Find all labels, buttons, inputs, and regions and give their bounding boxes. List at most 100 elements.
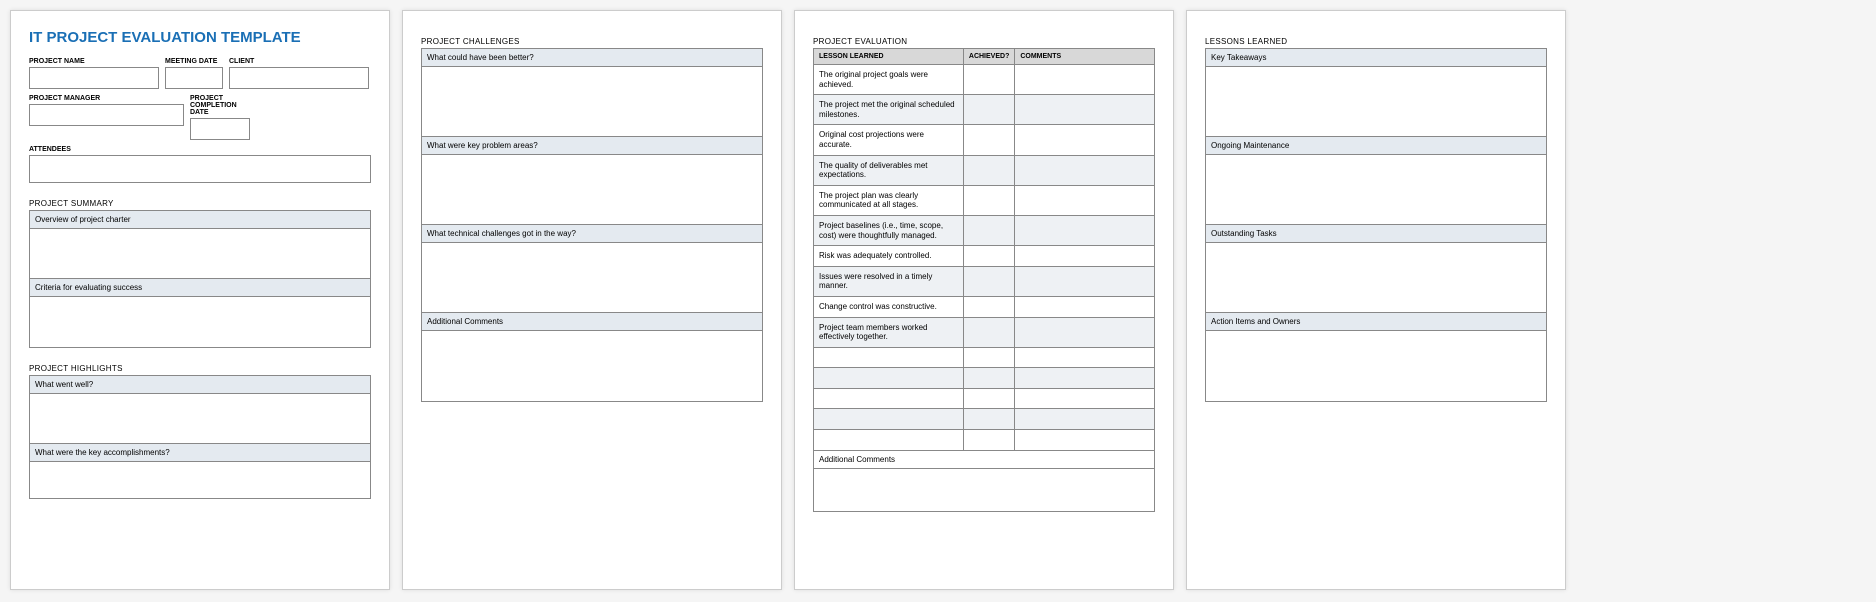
lessons-row-body-0[interactable] <box>1206 67 1546 137</box>
eval-lesson-cell: The original project goals were achieved… <box>814 65 964 95</box>
project-challenges-box: What could have been better? What were k… <box>421 48 763 402</box>
eval-lesson-cell: The project met the original scheduled m… <box>814 95 964 125</box>
lessons-row-label-2: Outstanding Tasks <box>1206 225 1546 243</box>
eval-lesson-cell <box>814 368 964 389</box>
input-attendees[interactable] <box>29 155 371 183</box>
section-title-lessons-learned: LESSONS LEARNED <box>1205 37 1547 46</box>
label-project-manager: PROJECT MANAGER <box>29 95 184 102</box>
table-row: The quality of deliverables met expectat… <box>814 155 1155 185</box>
field-project-manager: PROJECT MANAGER <box>29 95 184 140</box>
challenges-row-body-2[interactable] <box>422 243 762 313</box>
lessons-row-body-3[interactable] <box>1206 331 1546 401</box>
eval-achieved-cell[interactable] <box>963 246 1014 267</box>
field-attendees: ATTENDEES <box>29 146 371 183</box>
table-row: Risk was adequately controlled. <box>814 246 1155 267</box>
eval-lesson-cell: Original cost projections were accurate. <box>814 125 964 155</box>
eval-comments-cell[interactable] <box>1015 317 1155 347</box>
input-project-completion-date[interactable] <box>190 118 250 140</box>
table-row: Change control was constructive. <box>814 296 1155 317</box>
table-row: The project plan was clearly communicate… <box>814 185 1155 215</box>
eval-comments-cell[interactable] <box>1015 65 1155 95</box>
eval-achieved-cell[interactable] <box>963 347 1014 368</box>
eval-lesson-cell: Project team members worked effectively … <box>814 317 964 347</box>
challenges-row-body-1[interactable] <box>422 155 762 225</box>
input-meeting-date[interactable] <box>165 67 223 89</box>
summary-row-label-1: Criteria for evaluating success <box>30 279 370 297</box>
eval-comments-cell[interactable] <box>1015 155 1155 185</box>
eval-comments-cell[interactable] <box>1015 246 1155 267</box>
eval-achieved-cell[interactable] <box>963 430 1014 451</box>
page-3: PROJECT EVALUATION LESSON LEARNED ACHIEV… <box>794 10 1174 590</box>
challenges-row-body-0[interactable] <box>422 67 762 137</box>
eval-comments-cell[interactable] <box>1015 215 1155 245</box>
input-client[interactable] <box>229 67 369 89</box>
project-summary-box: Overview of project charter Criteria for… <box>29 210 371 348</box>
eval-comments-cell[interactable] <box>1015 296 1155 317</box>
eval-lesson-cell: Issues were resolved in a timely manner. <box>814 266 964 296</box>
highlights-row-body-0[interactable] <box>30 394 370 444</box>
section-title-project-summary: PROJECT SUMMARY <box>29 199 371 208</box>
table-row <box>814 388 1155 409</box>
eval-lesson-cell: Change control was constructive. <box>814 296 964 317</box>
table-row <box>814 430 1155 451</box>
eval-comments-cell[interactable] <box>1015 430 1155 451</box>
table-row <box>814 347 1155 368</box>
label-project-name: PROJECT NAME <box>29 58 159 65</box>
eval-comments-cell[interactable] <box>1015 368 1155 389</box>
table-row <box>814 368 1155 389</box>
eval-lesson-cell: The quality of deliverables met expectat… <box>814 155 964 185</box>
eval-achieved-cell[interactable] <box>963 155 1014 185</box>
document-title: IT PROJECT EVALUATION TEMPLATE <box>29 29 371 46</box>
summary-row-body-0[interactable] <box>30 229 370 279</box>
lessons-row-body-2[interactable] <box>1206 243 1546 313</box>
eval-achieved-cell[interactable] <box>963 65 1014 95</box>
eval-achieved-cell[interactable] <box>963 95 1014 125</box>
section-title-project-highlights: PROJECT HIGHLIGHTS <box>29 364 371 373</box>
eval-achieved-cell[interactable] <box>963 409 1014 430</box>
highlights-row-label-1: What were the key accomplishments? <box>30 444 370 462</box>
eval-achieved-cell[interactable] <box>963 317 1014 347</box>
table-row: Original cost projections were accurate. <box>814 125 1155 155</box>
eval-header-lesson: LESSON LEARNED <box>814 49 964 65</box>
table-row: The original project goals were achieved… <box>814 65 1155 95</box>
input-project-name[interactable] <box>29 67 159 89</box>
eval-header-comments: COMMENTS <box>1015 49 1155 65</box>
eval-achieved-cell[interactable] <box>963 296 1014 317</box>
table-row: Issues were resolved in a timely manner. <box>814 266 1155 296</box>
label-meeting-date: MEETING DATE <box>165 58 223 65</box>
page-2: PROJECT CHALLENGES What could have been … <box>402 10 782 590</box>
eval-lesson-cell <box>814 409 964 430</box>
eval-additional-comments-body[interactable] <box>814 469 1154 511</box>
summary-row-body-1[interactable] <box>30 297 370 347</box>
challenges-row-body-3[interactable] <box>422 331 762 401</box>
table-row: Project team members worked effectively … <box>814 317 1155 347</box>
eval-comments-cell[interactable] <box>1015 125 1155 155</box>
eval-achieved-cell[interactable] <box>963 125 1014 155</box>
eval-comments-cell[interactable] <box>1015 409 1155 430</box>
page-1: IT PROJECT EVALUATION TEMPLATE PROJECT N… <box>10 10 390 590</box>
evaluation-additional-comments: Additional Comments <box>813 451 1155 512</box>
field-project-name: PROJECT NAME <box>29 58 159 89</box>
eval-lesson-cell: Risk was adequately controlled. <box>814 246 964 267</box>
input-project-manager[interactable] <box>29 104 184 126</box>
table-row <box>814 409 1155 430</box>
lessons-row-body-1[interactable] <box>1206 155 1546 225</box>
evaluation-table: LESSON LEARNED ACHIEVED? COMMENTS The or… <box>813 48 1155 451</box>
eval-lesson-cell <box>814 430 964 451</box>
eval-comments-cell[interactable] <box>1015 185 1155 215</box>
lessons-row-label-0: Key Takeaways <box>1206 49 1546 67</box>
eval-comments-cell[interactable] <box>1015 266 1155 296</box>
label-attendees: ATTENDEES <box>29 146 371 153</box>
eval-achieved-cell[interactable] <box>963 266 1014 296</box>
eval-additional-comments-label: Additional Comments <box>814 451 1154 469</box>
eval-comments-cell[interactable] <box>1015 95 1155 125</box>
eval-achieved-cell[interactable] <box>963 368 1014 389</box>
lessons-learned-box: Key Takeaways Ongoing Maintenance Outsta… <box>1205 48 1547 402</box>
eval-comments-cell[interactable] <box>1015 347 1155 368</box>
eval-achieved-cell[interactable] <box>963 215 1014 245</box>
eval-achieved-cell[interactable] <box>963 185 1014 215</box>
eval-comments-cell[interactable] <box>1015 388 1155 409</box>
highlights-row-body-1[interactable] <box>30 462 370 498</box>
eval-header-achieved: ACHIEVED? <box>963 49 1014 65</box>
eval-achieved-cell[interactable] <box>963 388 1014 409</box>
